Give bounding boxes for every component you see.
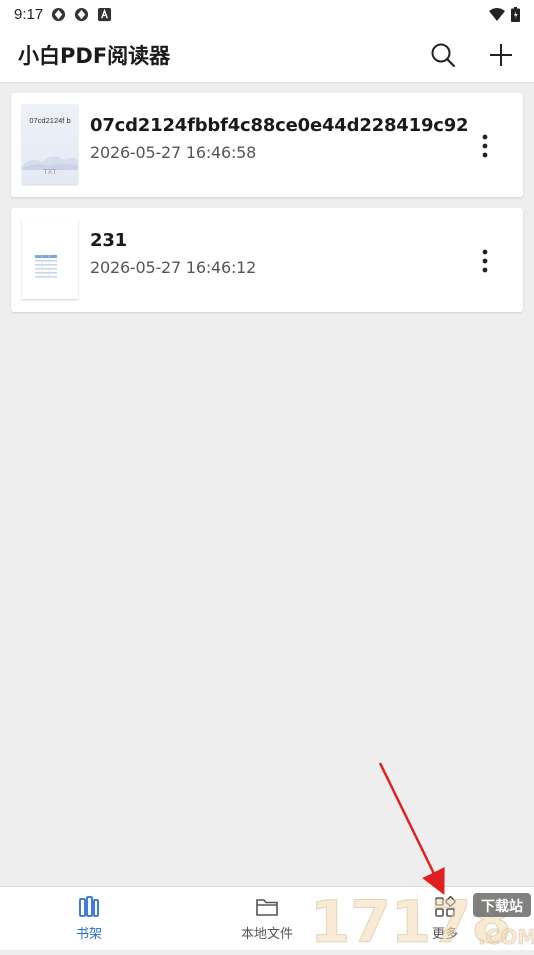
- file-name: 231: [90, 230, 127, 251]
- search-icon: [431, 43, 456, 68]
- battery-icon: [511, 6, 520, 22]
- file-date: 2026-05-27 16:46:58: [90, 143, 257, 162]
- app-bar: 小白PDF阅读器: [0, 28, 534, 82]
- watermark-logo: 17178 下载站 .COM: [310, 888, 534, 955]
- more-vert-icon: [482, 249, 488, 273]
- site-watermark: 17178 下载站 .COM: [310, 888, 534, 955]
- folder-icon: [256, 899, 278, 916]
- nav-label-bookshelf: 书架: [75, 927, 102, 942]
- spreadsheet-preview-icon: [35, 255, 57, 278]
- thumbnail-title: 07cd2124f b: [29, 116, 71, 125]
- file-list: 07cd2124f b TXT 07cd2124fbbf4c88ce0e44d2…: [11, 93, 523, 323]
- app-title: 小白PDF阅读器: [18, 44, 171, 68]
- file-name: 07cd2124fbbf4c88ce0e44d228419c92: [90, 115, 469, 136]
- nav-label-local-files: 本地文件: [240, 927, 293, 942]
- watermark-domain: .COM: [478, 925, 534, 949]
- file-thumbnail: [22, 219, 78, 299]
- wifi-icon: [489, 8, 505, 21]
- more-options-button[interactable]: [475, 246, 495, 276]
- notification-app-icon: [75, 7, 89, 21]
- watermark-sub: 下载站: [481, 898, 523, 915]
- file-thumbnail: 07cd2124f b TXT: [22, 104, 78, 184]
- more-options-button[interactable]: [475, 131, 495, 161]
- list-item[interactable]: 07cd2124f b TXT 07cd2124fbbf4c88ce0e44d2…: [11, 93, 523, 197]
- list-item[interactable]: 231 2026-05-27 16:46:12: [11, 208, 523, 312]
- nav-tab-bookshelf[interactable]: 书架: [0, 887, 178, 950]
- landscape-illustration: [22, 156, 78, 170]
- search-button[interactable]: [428, 40, 458, 70]
- plus-icon: [490, 44, 512, 66]
- bookshelf-icon: [79, 896, 99, 917]
- status-bar: 9:17: [0, 0, 534, 28]
- notification-a-icon: [98, 7, 112, 21]
- notification-app-icon: [52, 7, 66, 21]
- add-file-button[interactable]: [486, 40, 516, 70]
- file-date: 2026-05-27 16:46:12: [90, 258, 257, 277]
- more-vert-icon: [482, 134, 488, 158]
- file-type-tag: TXT: [43, 169, 57, 176]
- status-time: 9:17: [14, 5, 44, 23]
